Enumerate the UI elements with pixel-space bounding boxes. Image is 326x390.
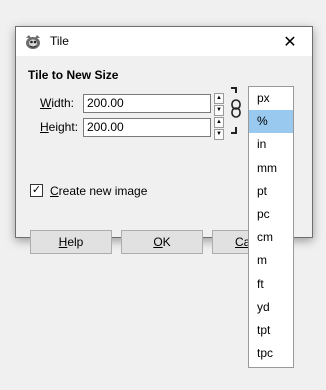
- width-label: Width:: [40, 96, 75, 110]
- width-spinner[interactable]: ▲ ▼: [214, 93, 224, 116]
- title-bar: Tile ✕: [16, 27, 312, 56]
- ok-button[interactable]: OK: [121, 230, 203, 254]
- height-mnemonic: H: [40, 120, 49, 134]
- unit-dropdown-menu: px % in mm pt pc cm m ft yd tpt tpc: [248, 86, 294, 368]
- spin-down-icon[interactable]: ▼: [214, 129, 224, 140]
- unit-option-pt[interactable]: pt: [249, 180, 293, 203]
- checkmark-icon: ✓: [31, 184, 42, 196]
- unit-option-m[interactable]: m: [249, 249, 293, 272]
- unit-option-cm[interactable]: cm: [249, 226, 293, 249]
- close-icon: ✕: [283, 33, 297, 51]
- unit-option-tpc[interactable]: tpc: [249, 342, 293, 365]
- height-input[interactable]: 200.00: [83, 118, 211, 137]
- spin-up-icon[interactable]: ▲: [214, 93, 224, 104]
- section-title: Tile to New Size: [28, 68, 119, 82]
- chain-link-icon[interactable]: [229, 87, 243, 135]
- unit-option-in[interactable]: in: [249, 133, 293, 156]
- unit-option-percent[interactable]: %: [249, 110, 293, 134]
- unit-option-yd[interactable]: yd: [249, 296, 293, 319]
- height-spinner[interactable]: ▲ ▼: [214, 117, 224, 140]
- window-title: Tile: [50, 34, 69, 48]
- create-new-image-label[interactable]: Create new image: [50, 184, 147, 198]
- unit-option-px[interactable]: px: [249, 87, 293, 110]
- width-mnemonic: W: [40, 96, 52, 110]
- gimp-icon: [26, 35, 40, 49]
- spin-up-icon[interactable]: ▲: [214, 117, 224, 128]
- unit-option-mm[interactable]: mm: [249, 157, 293, 180]
- help-button[interactable]: Help: [30, 230, 112, 254]
- unit-option-pc[interactable]: pc: [249, 203, 293, 226]
- height-label: Height:: [40, 120, 79, 134]
- unit-option-tpt[interactable]: tpt: [249, 319, 293, 342]
- width-input[interactable]: 200.00: [83, 94, 211, 113]
- spin-down-icon[interactable]: ▼: [214, 105, 224, 116]
- unit-option-ft[interactable]: ft: [249, 273, 293, 296]
- close-button[interactable]: ✕: [268, 27, 312, 56]
- create-new-image-checkbox[interactable]: ✓: [30, 184, 43, 197]
